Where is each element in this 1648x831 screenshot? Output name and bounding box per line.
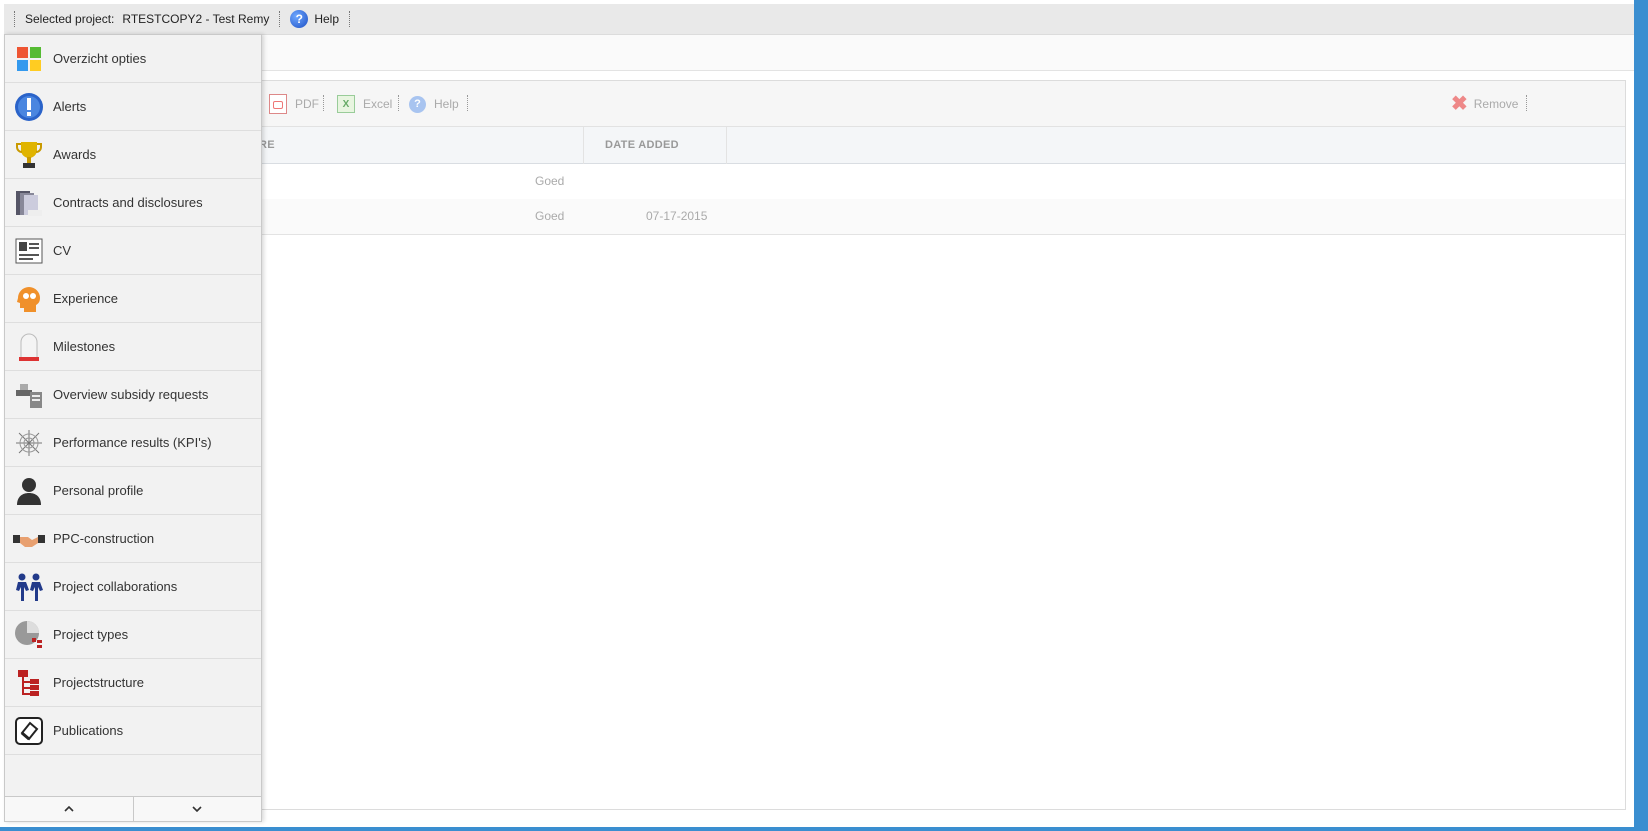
separator xyxy=(14,11,15,27)
remove-label: Remove xyxy=(1473,97,1519,111)
binder-icon xyxy=(13,187,45,219)
menu-item-experience[interactable]: Experience xyxy=(5,275,261,323)
menu-item-label: Publications xyxy=(53,723,124,738)
excel-button[interactable]: X Excel xyxy=(337,94,392,114)
date-cell: 07-17-2015 xyxy=(646,209,708,223)
chevron-down-icon xyxy=(192,806,202,812)
menu-item-performance-results[interactable]: Performance results (KPI's) xyxy=(5,419,261,467)
score-cell: Goed xyxy=(535,174,565,188)
separator xyxy=(279,11,281,27)
toolbar-help-button[interactable]: ? Help xyxy=(409,94,459,114)
people-icon xyxy=(13,571,45,603)
menu-item-project-types[interactable]: Project types xyxy=(5,611,261,659)
help-link[interactable]: Help xyxy=(314,12,339,26)
column-header-date-added[interactable]: DATE ADDED xyxy=(605,127,679,163)
menu-item-overzicht-opties[interactable]: Overzicht opties xyxy=(5,35,261,83)
menu-item-project-collaborations[interactable]: Project collaborations xyxy=(5,563,261,611)
menu-item-personal-profile[interactable]: Personal profile xyxy=(5,467,261,515)
separator xyxy=(398,95,399,111)
menu-item-label: Milestones xyxy=(53,339,116,354)
menu-item-cv[interactable]: CV xyxy=(5,227,261,275)
help-icon: ? xyxy=(409,95,426,113)
tree-structure-icon xyxy=(13,667,45,699)
selected-project-label: Selected project: xyxy=(25,12,115,26)
menu-item-label: Overview subsidy requests xyxy=(53,387,209,402)
publication-icon xyxy=(13,715,45,747)
separator xyxy=(349,11,351,27)
menu-item-label: Performance results (KPI's) xyxy=(53,435,212,450)
menu-item-label: PPC-construction xyxy=(53,531,155,546)
handshake-icon xyxy=(13,523,45,555)
chevron-up-icon xyxy=(64,806,74,812)
pie-tree-icon xyxy=(13,619,45,651)
pdf-label: PDF xyxy=(295,97,319,111)
menu-item-label: Overzicht opties xyxy=(53,51,147,66)
remove-icon: ✖ xyxy=(1451,93,1468,115)
pdf-button[interactable]: PDF xyxy=(269,94,319,114)
excel-icon: X xyxy=(337,95,355,113)
menu-item-label: Alerts xyxy=(53,99,87,114)
menu-item-alerts[interactable]: Alerts xyxy=(5,83,261,131)
alert-icon xyxy=(13,91,45,123)
menu-item-label: Experience xyxy=(53,291,119,306)
menu-item-label: Contracts and disclosures xyxy=(53,195,203,210)
menu-item-awards[interactable]: Awards xyxy=(5,131,261,179)
separator xyxy=(1526,95,1527,111)
navigation-menu: Overzicht opties Alerts Awards Contracts… xyxy=(4,34,262,822)
toolbar-help-label: Help xyxy=(434,97,459,111)
head-gears-icon xyxy=(13,283,45,315)
menu-item-projectstructure[interactable]: Projectstructure xyxy=(5,659,261,707)
scroll-down-button[interactable] xyxy=(132,797,262,821)
menu-scroll-controls xyxy=(5,796,261,821)
radar-icon xyxy=(13,427,45,459)
windows-tiles-icon xyxy=(13,43,45,75)
top-bar: Selected project: RTESTCOPY2 - Test Remy… xyxy=(4,4,1634,35)
menu-item-ppc-construction[interactable]: PPC-construction xyxy=(5,515,261,563)
menu-item-label: Projectstructure xyxy=(53,675,145,690)
menu-item-label: CV xyxy=(53,243,72,258)
remove-button[interactable]: ✖ Remove xyxy=(1451,94,1518,114)
separator xyxy=(323,95,324,111)
menu-item-label: Project collaborations xyxy=(53,579,178,594)
menu-item-milestones[interactable]: Milestones xyxy=(5,323,261,371)
menu-item-subsidy-requests[interactable]: Overview subsidy requests xyxy=(5,371,261,419)
milestone-icon xyxy=(13,331,45,363)
help-icon[interactable]: ? xyxy=(290,10,309,28)
hand-document-icon xyxy=(13,379,45,411)
excel-label: Excel xyxy=(363,97,393,111)
menu-item-label: Personal profile xyxy=(53,483,144,498)
menu-item-label: Awards xyxy=(53,147,97,162)
menu-item-contracts[interactable]: Contracts and disclosures xyxy=(5,179,261,227)
menu-item-label: Project types xyxy=(53,627,129,642)
score-cell: Goed xyxy=(535,209,565,223)
app-window: Selected project: RTESTCOPY2 - Test Remy… xyxy=(0,0,1634,827)
scroll-up-button[interactable] xyxy=(5,797,133,821)
menu-item-publications[interactable]: Publications xyxy=(5,707,261,755)
cv-icon xyxy=(13,235,45,267)
selected-project-name[interactable]: RTESTCOPY2 - Test Remy xyxy=(122,12,269,26)
pdf-icon xyxy=(269,94,287,114)
person-icon xyxy=(13,475,45,507)
separator xyxy=(467,95,468,111)
trophy-icon xyxy=(13,139,45,171)
